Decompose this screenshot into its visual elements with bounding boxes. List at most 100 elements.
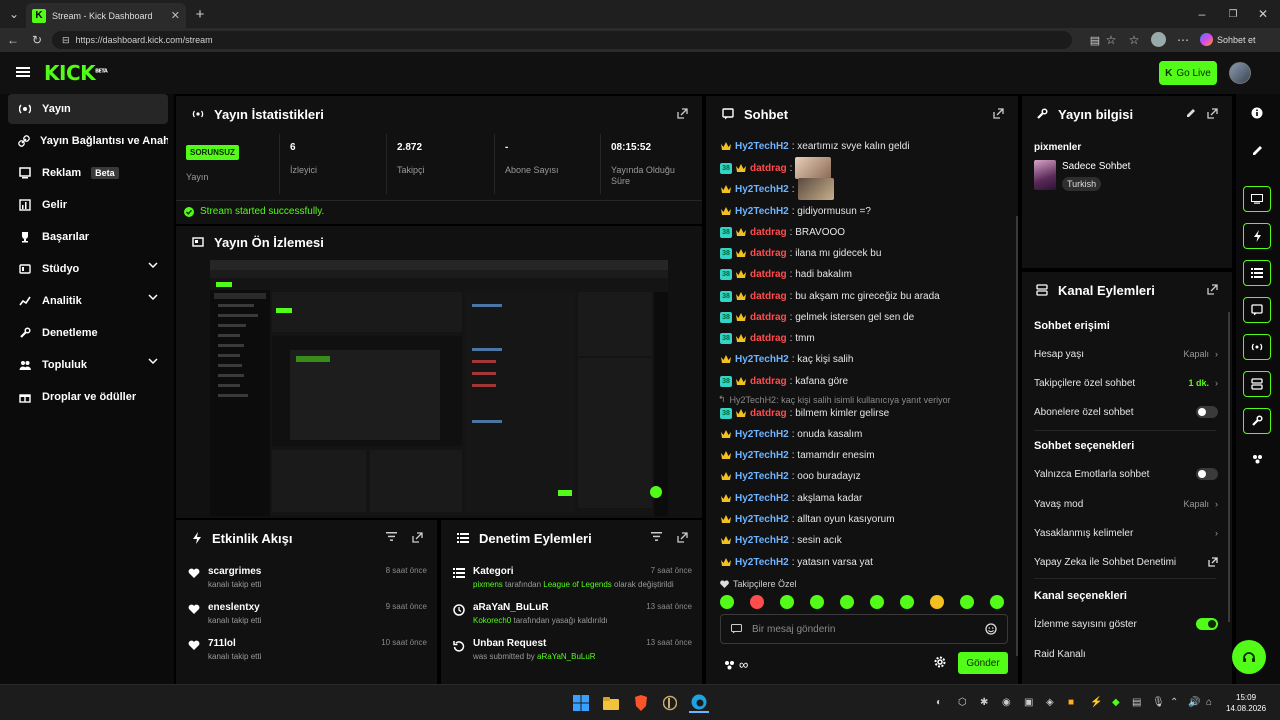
- rail-list-icon[interactable]: [1243, 260, 1271, 286]
- popout-icon[interactable]: [1207, 108, 1218, 119]
- league-client-icon[interactable]: [660, 693, 680, 713]
- community-shortcut[interactable]: ∞: [724, 657, 748, 672]
- raid-channel-row[interactable]: Raid Kanalı: [1034, 642, 1218, 666]
- chat-message[interactable]: 38 datdrag: tmm: [720, 329, 815, 347]
- chevron-down-icon[interactable]: [148, 294, 158, 300]
- slow-mode-row[interactable]: Yavaş mod Kapalı ›: [1034, 492, 1218, 516]
- edge-browser-icon[interactable]: [689, 693, 709, 713]
- tray-icon-2[interactable]: ⬡: [958, 697, 967, 708]
- tray-icon-7[interactable]: ■: [1068, 697, 1074, 708]
- tray-icon-3[interactable]: ✱: [980, 697, 988, 708]
- tab-list-icon[interactable]: ⌄: [4, 4, 24, 24]
- chat-username[interactable]: Hy2TechH2: [735, 206, 789, 217]
- show-viewers-toggle[interactable]: [1196, 618, 1218, 630]
- sidebar-item-analitik[interactable]: Analitik: [8, 286, 168, 316]
- rail-bolt-icon[interactable]: [1243, 223, 1271, 249]
- chat-message[interactable]: Hy2TechH2: onuda kasalım: [720, 425, 862, 443]
- tray-icon-9[interactable]: ◆: [1112, 697, 1120, 708]
- new-tab-icon[interactable]: +: [190, 4, 210, 24]
- chat-message[interactable]: Hy2TechH2: yatasın varsa yat: [720, 553, 873, 571]
- account-age-row[interactable]: Hesap yaşı Kapalı ›: [1034, 342, 1218, 366]
- sidebar-item-denetleme[interactable]: Denetleme: [8, 318, 168, 348]
- tray-icon-8[interactable]: ⚡: [1090, 697, 1102, 708]
- chat-scrollbar[interactable]: [1016, 216, 1018, 656]
- chat-message[interactable]: 38 datdrag:: [720, 157, 832, 179]
- tray-icon-4[interactable]: ◉: [1002, 697, 1011, 708]
- menu-icon[interactable]: [16, 66, 30, 78]
- chat-username[interactable]: datdrag: [750, 269, 787, 280]
- sidebar-item-reklam[interactable]: Reklam Beta: [8, 158, 168, 188]
- reload-icon[interactable]: ↻: [27, 30, 47, 50]
- chat-username[interactable]: Hy2TechH2: [735, 141, 789, 152]
- sidebar-item-droplar[interactable]: Droplar ve ödüller: [8, 382, 168, 412]
- chat-username[interactable]: Hy2TechH2: [735, 471, 789, 482]
- emoji-icon[interactable]: [985, 623, 997, 635]
- chat-username[interactable]: datdrag: [750, 312, 787, 323]
- popout-icon[interactable]: [677, 108, 688, 119]
- tray-icon-6[interactable]: ◈: [1046, 697, 1054, 708]
- filter-icon[interactable]: [651, 532, 662, 541]
- tray-icon-5[interactable]: ▣: [1024, 697, 1033, 708]
- chat-username[interactable]: datdrag: [750, 291, 787, 302]
- chat-message[interactable]: Hy2TechH2: kaç kişi salih: [720, 350, 853, 368]
- more-menu-icon[interactable]: ⋯: [1173, 30, 1193, 50]
- chat-username[interactable]: Hy2TechH2: [735, 450, 789, 461]
- brave-browser-icon[interactable]: [631, 693, 651, 713]
- emote-button[interactable]: [900, 595, 914, 609]
- edit-pencil-icon[interactable]: [1186, 108, 1196, 118]
- banned-words-row[interactable]: Yasaklanmış kelimeler ›: [1034, 521, 1218, 545]
- chat-message[interactable]: 38 datdrag: BRAVOOO: [720, 223, 845, 241]
- collections-icon[interactable]: ☆: [1124, 30, 1144, 50]
- minimize-icon[interactable]: –: [1192, 4, 1212, 24]
- browser-tab[interactable]: K Stream - Kick Dashboard ✕: [26, 3, 186, 28]
- support-headset-icon[interactable]: [1232, 640, 1266, 674]
- chat-username[interactable]: Hy2TechH2: [735, 535, 789, 546]
- chat-username[interactable]: Hy2TechH2: [735, 514, 789, 525]
- file-explorer-icon[interactable]: [601, 693, 621, 713]
- chat-message[interactable]: 38 datdrag: kafana göre: [720, 372, 848, 390]
- chat-username[interactable]: Hy2TechH2: [735, 354, 789, 365]
- chat-message[interactable]: Hy2TechH2: akşlama kadar: [720, 489, 862, 507]
- edit-pencil-icon[interactable]: [1243, 137, 1271, 163]
- chat-username[interactable]: Hy2TechH2: [735, 493, 789, 504]
- chevron-up-icon[interactable]: ⌃: [1170, 697, 1178, 708]
- profile-icon[interactable]: [1151, 32, 1166, 47]
- subscribers-only-toggle[interactable]: [1196, 406, 1218, 418]
- rail-chat-icon[interactable]: [1243, 297, 1271, 323]
- restore-icon[interactable]: ❐: [1223, 4, 1243, 24]
- rail-broadcast-icon[interactable]: [1243, 334, 1271, 360]
- chat-message[interactable]: Hy2TechH2: gidiyormusun =?: [720, 202, 871, 220]
- chat-username[interactable]: Hy2TechH2: [735, 429, 789, 440]
- chat-message[interactable]: 38 datdrag: gelmek istersen gel sen de: [720, 308, 914, 326]
- send-button[interactable]: Gönder: [958, 652, 1008, 674]
- chat-message[interactable]: 38 datdrag: ilana mı gidecek bu: [720, 244, 881, 262]
- chat-message[interactable]: Hy2TechH2: tamamdır enesim: [720, 446, 875, 464]
- stream-preview-video[interactable]: [210, 260, 668, 516]
- chat-username[interactable]: Hy2TechH2: [735, 184, 789, 195]
- sidebar-item-gelir[interactable]: Gelir: [8, 190, 168, 220]
- moderation-row[interactable]: aRaYaN_BuLuR Kokorech0 tarafından yasağı…: [451, 600, 692, 634]
- activity-row[interactable]: scargrimes kanalı takip etti 8 saat önce: [186, 564, 427, 598]
- popout-icon[interactable]: [412, 532, 423, 543]
- chat-settings-gear-icon[interactable]: [934, 656, 946, 668]
- rail-monitor-icon[interactable]: [1243, 186, 1271, 212]
- rail-wrench-icon[interactable]: [1243, 408, 1271, 434]
- chat-message[interactable]: 38 datdrag: bu akşam mc gireceğiz bu arad…: [720, 287, 940, 305]
- microphone-icon[interactable]: 🎙: [1152, 697, 1165, 708]
- tray-icon-1[interactable]: ◐: [936, 697, 942, 708]
- sidebar-item-studyo[interactable]: Stüdyo: [8, 254, 168, 284]
- sidebar-item-stream-key[interactable]: Yayın Bağlantısı ve Anahtarı: [8, 126, 168, 156]
- chevron-down-icon[interactable]: [148, 262, 158, 268]
- chat-username[interactable]: datdrag: [750, 376, 787, 387]
- chat-message[interactable]: 38 datdrag: hadi bakalım: [720, 265, 852, 283]
- chat-message[interactable]: Hy2TechH2:: [720, 178, 834, 200]
- category-thumbnail[interactable]: [1034, 160, 1056, 190]
- back-icon[interactable]: ←: [3, 30, 23, 50]
- popout-icon[interactable]: [677, 532, 688, 543]
- chat-username[interactable]: datdrag: [750, 333, 787, 344]
- url-field[interactable]: ⊟ https://dashboard.kick.com/stream: [52, 31, 1072, 49]
- tray-icon-10[interactable]: ▤: [1132, 697, 1141, 708]
- emote-button[interactable]: [750, 595, 764, 609]
- sidebar-item-yayin[interactable]: Yayın: [8, 94, 168, 124]
- volume-icon[interactable]: 🔊: [1188, 697, 1200, 708]
